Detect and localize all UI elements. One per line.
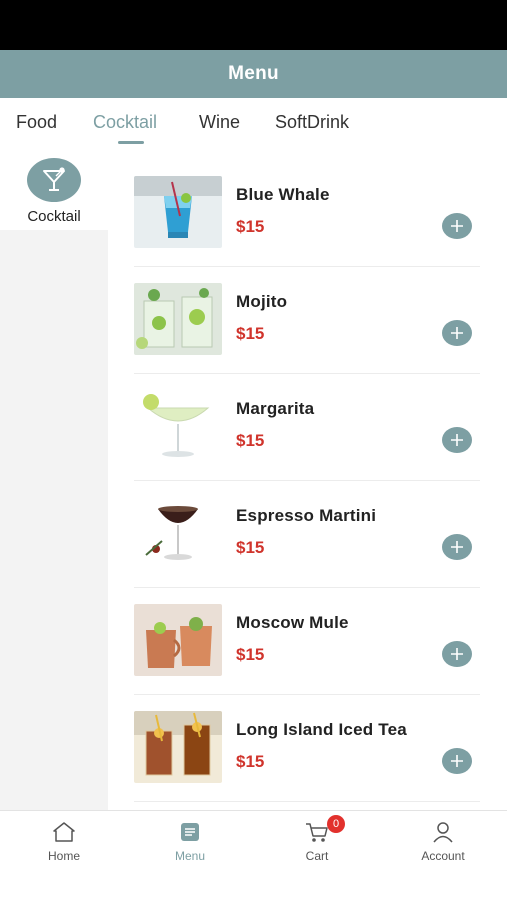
margarita-photo: [134, 390, 222, 462]
cocktail-glass-icon: [27, 158, 81, 202]
active-tab-indicator: [118, 141, 144, 144]
plus-icon: [451, 327, 463, 339]
item-price: $15: [236, 538, 265, 557]
blue-cocktail-photo: [134, 176, 222, 248]
item-name: Espresso Martini: [236, 506, 377, 525]
nav-account[interactable]: Account: [393, 821, 493, 863]
plus-icon: [451, 220, 463, 232]
add-to-cart-button[interactable]: [442, 748, 472, 774]
cart-count-badge: 0: [327, 815, 345, 833]
nav-cart[interactable]: 0 Cart: [267, 815, 367, 863]
plus-icon: [451, 755, 463, 767]
item-price: $15: [236, 431, 265, 450]
list-item[interactable]: Moscow Mule $15: [134, 576, 480, 695]
plus-icon: [451, 541, 463, 553]
add-to-cart-button[interactable]: [442, 534, 472, 560]
long-island-photo: [134, 711, 222, 783]
nav-home[interactable]: Home: [14, 821, 114, 863]
item-price: $15: [236, 645, 265, 664]
item-price: $15: [236, 217, 265, 236]
menu-item-list: Blue Whale $15 Mojito $15 Margarita $15 …: [134, 148, 480, 810]
nav-label: Home: [47, 849, 80, 863]
item-price: $15: [236, 324, 265, 343]
home-icon: [53, 822, 75, 842]
nav-label: Cart: [305, 849, 329, 863]
moscow-mule-photo: [134, 604, 222, 676]
sidebar-item-label: Cocktail: [27, 208, 81, 225]
plus-icon: [451, 648, 463, 660]
list-item[interactable]: Margarita $15: [134, 362, 480, 481]
item-price: $15: [236, 752, 265, 771]
sidebar-item-cocktail[interactable]: Cocktail: [0, 148, 108, 230]
status-bar: [0, 0, 507, 50]
nav-label: Menu: [174, 849, 206, 863]
add-to-cart-button[interactable]: [442, 641, 472, 667]
list-item[interactable]: Mojito $15: [134, 255, 480, 374]
tab-softdrink[interactable]: SoftDrink: [275, 112, 349, 133]
bottom-nav: Home Menu 0 Cart Account: [0, 810, 507, 900]
list-item[interactable]: Espresso Martini $15: [134, 469, 480, 588]
page-title: Menu: [228, 63, 279, 84]
plus-icon: [451, 434, 463, 446]
item-name: Mojito: [236, 292, 288, 311]
item-name: Long Island Iced Tea: [236, 720, 407, 739]
nav-label: Account: [421, 849, 465, 863]
mojito-photo: [134, 283, 222, 355]
app-header: Menu: [0, 50, 507, 98]
divider: [134, 801, 480, 802]
tab-wine[interactable]: Wine: [199, 112, 240, 133]
add-to-cart-button[interactable]: [442, 213, 472, 239]
menu-icon: [181, 823, 199, 841]
tab-cocktail[interactable]: Cocktail: [93, 112, 157, 133]
account-icon: [433, 822, 453, 843]
item-name: Margarita: [236, 399, 315, 418]
add-to-cart-button[interactable]: [442, 320, 472, 346]
sidebar: Cocktail: [0, 148, 108, 810]
tab-food[interactable]: Food: [16, 112, 57, 133]
item-name: Blue Whale: [236, 185, 330, 204]
list-item[interactable]: Long Island Iced Tea $15: [134, 683, 480, 802]
item-name: Moscow Mule: [236, 613, 349, 632]
category-tabs: Food Cocktail Wine SoftDrink: [0, 98, 507, 148]
add-to-cart-button[interactable]: [442, 427, 472, 453]
espresso-martini-photo: [134, 497, 222, 569]
list-item[interactable]: Blue Whale $15: [134, 148, 480, 267]
nav-menu[interactable]: Menu: [140, 821, 240, 863]
